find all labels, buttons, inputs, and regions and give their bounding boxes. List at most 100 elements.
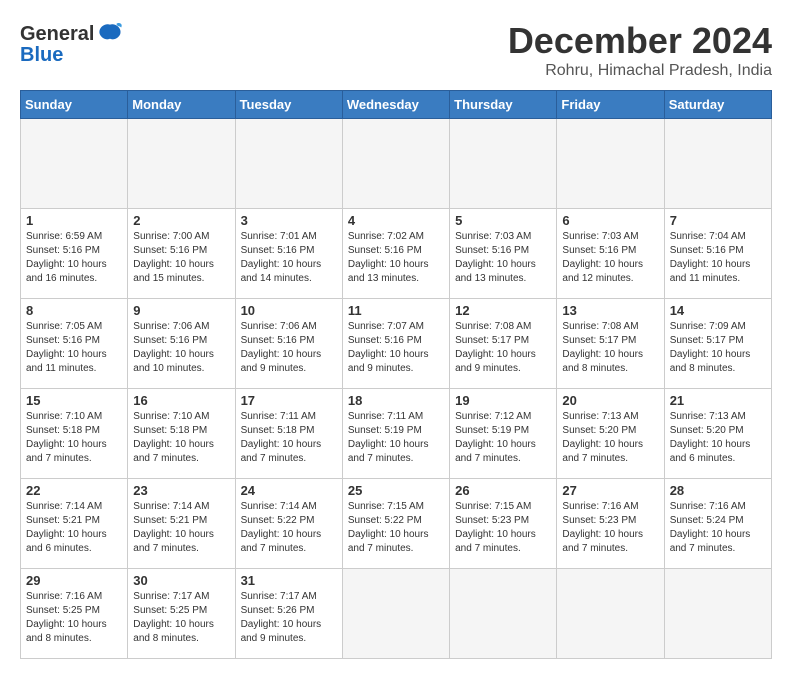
calendar-week-row: 22Sunrise: 7:14 AM Sunset: 5:21 PM Dayli… [21,479,772,569]
calendar-cell: 28 Sunrise: 7:16 AM Sunset: 5:24 PM Dayli… [664,479,771,569]
calendar-cell: 3 Sunrise: 7:01 AM Sunset: 5:16 PM Daylig… [235,209,342,299]
calendar-cell [450,569,557,659]
calendar-cell: 25 Sunrise: 7:15 AM Sunset: 5:22 PM Dayli… [342,479,449,569]
day-number: 2 [133,213,229,228]
calendar-cell: 1 Sunrise: 6:59 AM Sunset: 5:16 PM Daylig… [21,209,128,299]
title-area: December 2024 Rohru, Himachal Pradesh, I… [508,20,772,80]
cell-content: Sunrise: 7:00 AM Sunset: 5:16 PM Dayligh… [133,230,229,286]
day-number: 18 [348,393,444,408]
calendar-table: SundayMondayTuesdayWednesdayThursdayFrid… [20,90,772,659]
day-number: 7 [670,213,766,228]
calendar-cell: 24Sunrise: 7:14 AM Sunset: 5:22 PM Dayli… [235,479,342,569]
calendar-cell: 17Sunrise: 7:11 AM Sunset: 5:18 PM Dayli… [235,389,342,479]
cell-content: Sunrise: 7:05 AM Sunset: 5:16 PM Dayligh… [26,320,122,376]
cell-content: Sunrise: 7:06 AM Sunset: 5:16 PM Dayligh… [133,320,229,376]
cell-content: Sunrise: 7:16 AM Sunset: 5:24 PM Dayligh… [670,500,766,556]
cell-content: Sunrise: 7:15 AM Sunset: 5:23 PM Dayligh… [455,500,551,556]
cell-content: Sunrise: 7:13 AM Sunset: 5:20 PM Dayligh… [670,410,766,466]
cell-content: Sunrise: 7:15 AM Sunset: 5:22 PM Dayligh… [348,500,444,556]
cell-content: Sunrise: 7:11 AM Sunset: 5:18 PM Dayligh… [241,410,337,466]
day-number: 4 [348,213,444,228]
calendar-cell: 12Sunrise: 7:08 AM Sunset: 5:17 PM Dayli… [450,299,557,389]
day-number: 23 [133,483,229,498]
calendar-cell: 20Sunrise: 7:13 AM Sunset: 5:20 PM Dayli… [557,389,664,479]
day-number: 10 [241,303,337,318]
day-number: 21 [670,393,766,408]
calendar-header-saturday: Saturday [664,91,771,119]
calendar-header-friday: Friday [557,91,664,119]
day-number: 1 [26,213,122,228]
calendar-cell [21,119,128,209]
cell-content: Sunrise: 7:14 AM Sunset: 5:21 PM Dayligh… [26,500,122,556]
cell-content: Sunrise: 7:17 AM Sunset: 5:25 PM Dayligh… [133,590,229,646]
calendar-cell: 8 Sunrise: 7:05 AM Sunset: 5:16 PM Daylig… [21,299,128,389]
calendar-week-row: 1 Sunrise: 6:59 AM Sunset: 5:16 PM Daylig… [21,209,772,299]
day-number: 26 [455,483,551,498]
calendar-cell [557,569,664,659]
calendar-week-row: 29 Sunrise: 7:16 AM Sunset: 5:25 PM Dayli… [21,569,772,659]
cell-content: Sunrise: 7:03 AM Sunset: 5:16 PM Dayligh… [455,230,551,286]
day-number: 24 [241,483,337,498]
day-number: 27 [562,483,658,498]
calendar-cell: 16Sunrise: 7:10 AM Sunset: 5:18 PM Dayli… [128,389,235,479]
calendar-cell: 30 Sunrise: 7:17 AM Sunset: 5:25 PM Dayli… [128,569,235,659]
calendar-header-sunday: Sunday [21,91,128,119]
day-number: 31 [241,573,337,588]
calendar-cell [664,569,771,659]
logo-blue: Blue [20,44,63,67]
day-number: 16 [133,393,229,408]
calendar-cell: 10 Sunrise: 7:06 AM Sunset: 5:16 PM Dayli… [235,299,342,389]
cell-content: Sunrise: 7:11 AM Sunset: 5:19 PM Dayligh… [348,410,444,466]
calendar-cell [557,119,664,209]
cell-content: Sunrise: 7:07 AM Sunset: 5:16 PM Dayligh… [348,320,444,376]
calendar-header-thursday: Thursday [450,91,557,119]
calendar-cell: 5 Sunrise: 7:03 AM Sunset: 5:16 PM Daylig… [450,209,557,299]
cell-content: Sunrise: 7:02 AM Sunset: 5:16 PM Dayligh… [348,230,444,286]
day-number: 9 [133,303,229,318]
calendar-cell: 19Sunrise: 7:12 AM Sunset: 5:19 PM Dayli… [450,389,557,479]
calendar-cell [128,119,235,209]
calendar-cell: 4 Sunrise: 7:02 AM Sunset: 5:16 PM Daylig… [342,209,449,299]
calendar-header-monday: Monday [128,91,235,119]
calendar-cell: 6Sunrise: 7:03 AM Sunset: 5:16 PM Daylig… [557,209,664,299]
calendar-header-wednesday: Wednesday [342,91,449,119]
calendar-cell: 2 Sunrise: 7:00 AM Sunset: 5:16 PM Daylig… [128,209,235,299]
calendar-cell: 27Sunrise: 7:16 AM Sunset: 5:23 PM Dayli… [557,479,664,569]
cell-content: Sunrise: 7:17 AM Sunset: 5:26 PM Dayligh… [241,590,337,646]
cell-content: Sunrise: 6:59 AM Sunset: 5:16 PM Dayligh… [26,230,122,286]
day-number: 28 [670,483,766,498]
calendar-week-row: 8 Sunrise: 7:05 AM Sunset: 5:16 PM Daylig… [21,299,772,389]
day-number: 8 [26,303,122,318]
cell-content: Sunrise: 7:01 AM Sunset: 5:16 PM Dayligh… [241,230,337,286]
calendar-cell [342,569,449,659]
cell-content: Sunrise: 7:04 AM Sunset: 5:16 PM Dayligh… [670,230,766,286]
calendar-cell: 18 Sunrise: 7:11 AM Sunset: 5:19 PM Dayli… [342,389,449,479]
calendar-header-row: SundayMondayTuesdayWednesdayThursdayFrid… [21,91,772,119]
cell-content: Sunrise: 7:03 AM Sunset: 5:16 PM Dayligh… [562,230,658,286]
calendar-cell: 31 Sunrise: 7:17 AM Sunset: 5:26 PM Dayli… [235,569,342,659]
location: Rohru, Himachal Pradesh, India [508,62,772,80]
calendar-cell: 15Sunrise: 7:10 AM Sunset: 5:18 PM Dayli… [21,389,128,479]
logo-bird-icon [96,20,124,48]
day-number: 5 [455,213,551,228]
calendar-cell: 9 Sunrise: 7:06 AM Sunset: 5:16 PM Daylig… [128,299,235,389]
logo: General Blue [20,20,124,67]
calendar-cell: 14Sunrise: 7:09 AM Sunset: 5:17 PM Dayli… [664,299,771,389]
day-number: 3 [241,213,337,228]
cell-content: Sunrise: 7:16 AM Sunset: 5:25 PM Dayligh… [26,590,122,646]
calendar-week-row [21,119,772,209]
cell-content: Sunrise: 7:06 AM Sunset: 5:16 PM Dayligh… [241,320,337,376]
day-number: 19 [455,393,551,408]
month-title: December 2024 [508,20,772,62]
day-number: 29 [26,573,122,588]
day-number: 25 [348,483,444,498]
calendar-cell: 21 Sunrise: 7:13 AM Sunset: 5:20 PM Dayli… [664,389,771,479]
day-number: 30 [133,573,229,588]
calendar-cell: 29 Sunrise: 7:16 AM Sunset: 5:25 PM Dayli… [21,569,128,659]
calendar-cell [235,119,342,209]
calendar-cell: 11Sunrise: 7:07 AM Sunset: 5:16 PM Dayli… [342,299,449,389]
calendar-cell [342,119,449,209]
logo-general: General [20,23,94,46]
day-number: 20 [562,393,658,408]
cell-content: Sunrise: 7:08 AM Sunset: 5:17 PM Dayligh… [455,320,551,376]
